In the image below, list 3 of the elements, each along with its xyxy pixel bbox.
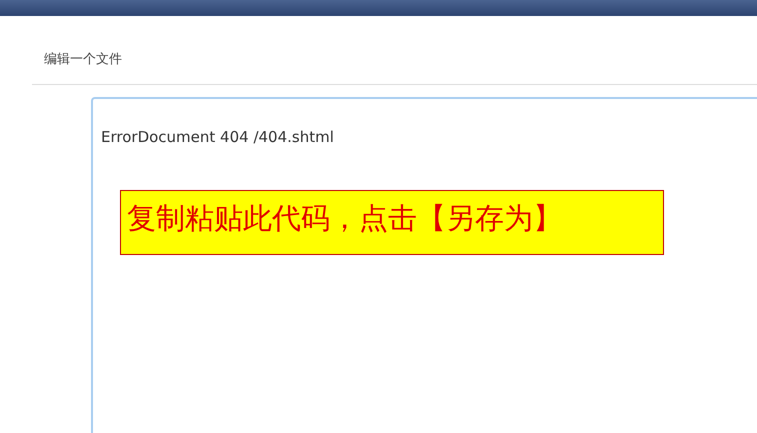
- code-line: ErrorDocument 404 /404.shtml: [101, 127, 334, 147]
- page-heading: 编辑一个文件: [44, 52, 122, 67]
- annotation-callout: 复制粘贴此代码，点击【另存为】: [120, 190, 664, 255]
